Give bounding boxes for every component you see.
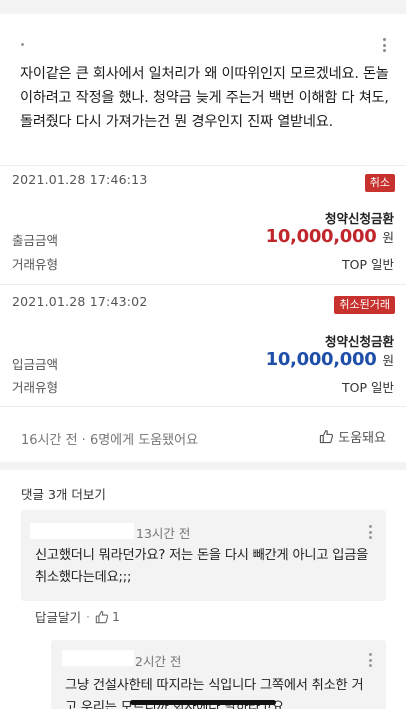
transaction-date: 2021.01.28 17:46:13 bbox=[12, 172, 148, 187]
status-badge: 취소 bbox=[364, 174, 395, 192]
post-meta-summary: 16시간 전 · 6명에게 도움됐어요 bbox=[21, 433, 199, 448]
post-meta-row: 16시간 전 · 6명에게 도움됐어요 도움돼요 bbox=[0, 406, 406, 462]
type-label: 거래유형 bbox=[12, 380, 59, 395]
post-more-icon[interactable] bbox=[378, 36, 390, 54]
thumbs-up-icon bbox=[320, 429, 334, 444]
amount-row: 10,000,000 원 bbox=[266, 349, 394, 370]
transaction-card-withdrawal: 2021.01.28 17:46:13 취소 청약신청금환 출금금액 10,00… bbox=[0, 165, 406, 284]
comment-actions: 답글달기 · 1 bbox=[35, 607, 120, 626]
comment-text: 신고했더니 뭐라던가요? 저는 돈을 다시 빼간게 아니고 입금을 취소했다는데… bbox=[35, 548, 369, 585]
transaction-amount: 10,000,000 bbox=[265, 349, 377, 370]
reply-item: 2시간 전 그냥 건설사한테 따지라는 식입니다 그쪽에서 취소한 거고 우리는… bbox=[51, 640, 386, 709]
reply-button[interactable]: 답글달기 bbox=[35, 607, 81, 626]
home-indicator[interactable] bbox=[130, 700, 276, 705]
currency-unit: 원 bbox=[382, 353, 394, 368]
section-divider bbox=[0, 462, 406, 470]
amount-label: 출금금액 bbox=[12, 233, 59, 248]
comment-more-icon[interactable] bbox=[367, 525, 373, 539]
transaction-title: 청약신청금환 bbox=[324, 211, 394, 226]
comment-like-count: 1 bbox=[112, 609, 120, 624]
helpful-button[interactable]: 도움돼요 bbox=[319, 427, 386, 446]
status-badge: 취소된거래 bbox=[334, 296, 395, 314]
thumbs-up-icon bbox=[95, 610, 109, 623]
transaction-amount: 10,000,000 bbox=[265, 226, 377, 247]
helpful-label: 도움돼요 bbox=[338, 431, 386, 446]
transaction-card-deposit: 2021.01.28 17:43:02 취소된거래 청약신청금환 입금금액 10… bbox=[0, 284, 406, 406]
author-avatar bbox=[21, 43, 24, 46]
currency-unit: 원 bbox=[382, 230, 394, 245]
top-gap bbox=[0, 0, 406, 14]
post-body: 자이같은 큰 회사에서 일처리가 왜 이따위인지 모르겠네요. 돈놀이하려고 작… bbox=[20, 66, 389, 130]
comment-like-button[interactable]: 1 bbox=[95, 609, 120, 624]
separator-dot: · bbox=[86, 609, 90, 624]
transaction-date: 2021.01.28 17:43:02 bbox=[12, 294, 148, 309]
post-header bbox=[0, 14, 406, 64]
amount-label: 입금금액 bbox=[12, 357, 59, 372]
type-label: 거래유형 bbox=[12, 257, 59, 272]
commenter-name bbox=[62, 650, 134, 666]
comment-item: 13시간 전 신고했더니 뭐라던가요? 저는 돈을 다시 빼간게 아니고 입금을… bbox=[21, 510, 386, 601]
more-comments-link[interactable]: 댓글 3개 더보기 bbox=[21, 484, 106, 503]
type-value: TOP 일반 bbox=[342, 380, 394, 395]
type-value: TOP 일반 bbox=[342, 257, 394, 272]
comment-time: 2시간 전 bbox=[135, 654, 182, 669]
commenter-name bbox=[30, 523, 134, 539]
comment-time: 13시간 전 bbox=[136, 526, 191, 541]
amount-row: 10,000,000 원 bbox=[266, 226, 394, 247]
comment-more-icon[interactable] bbox=[367, 653, 373, 667]
transaction-title: 청약신청금환 bbox=[324, 334, 394, 349]
